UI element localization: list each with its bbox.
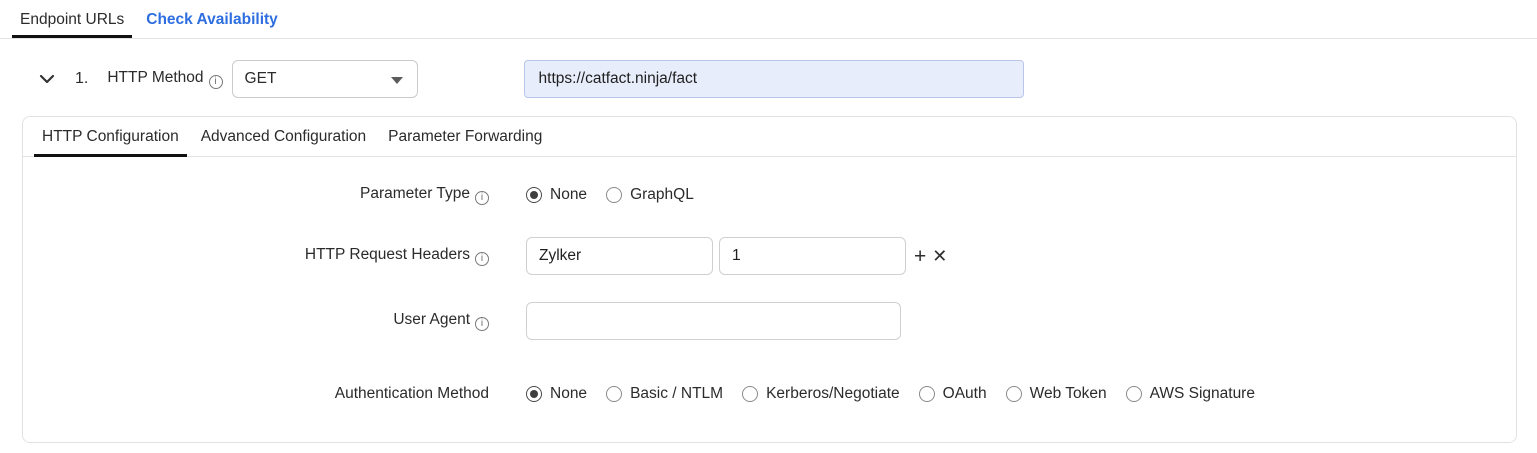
radio-icon: [606, 187, 622, 203]
config-panel: HTTP Configuration Advanced Configuratio…: [22, 116, 1517, 443]
collapse-toggle[interactable]: [38, 72, 56, 86]
http-request-headers-label-text: HTTP Request Headers: [305, 246, 470, 263]
endpoint-row: 1. HTTP Method i GET: [0, 60, 1537, 98]
user-agent-label-text: User Agent: [393, 311, 470, 328]
header-value-input[interactable]: [719, 237, 906, 275]
endpoint-url-input[interactable]: [524, 60, 1024, 98]
radio-label: AWS Signature: [1150, 385, 1255, 403]
tab-advanced-configuration[interactable]: Advanced Configuration: [193, 118, 374, 156]
http-request-headers-controls: + ✕: [526, 237, 947, 275]
radio-auth-aws-signature[interactable]: AWS Signature: [1126, 385, 1255, 403]
header-name-input[interactable]: [526, 237, 713, 275]
authentication-method-row: Authentication Method None Basic / NTLM …: [23, 379, 1516, 409]
radio-icon: [742, 386, 758, 402]
http-request-headers-row: HTTP Request Headers i + ✕: [23, 237, 1516, 275]
radio-auth-kerberos-negotiate[interactable]: Kerberos/Negotiate: [742, 385, 900, 403]
authentication-method-label-text: Authentication Method: [335, 385, 489, 402]
authentication-method-label: Authentication Method: [23, 385, 489, 403]
radio-label: GraphQL: [630, 186, 694, 204]
http-method-label-text: HTTP Method: [107, 69, 203, 86]
radio-icon: [606, 386, 622, 402]
remove-header-icon[interactable]: ✕: [932, 247, 947, 265]
radio-label: OAuth: [943, 385, 987, 403]
info-icon[interactable]: i: [475, 252, 489, 266]
radio-parameter-type-none[interactable]: None: [526, 186, 587, 204]
http-request-headers-label: HTTP Request Headers i: [23, 246, 489, 266]
http-method-value: GET: [245, 70, 277, 88]
radio-icon: [919, 386, 935, 402]
radio-label: Web Token: [1030, 385, 1107, 403]
radio-icon: [526, 187, 542, 203]
info-icon[interactable]: i: [475, 191, 489, 205]
user-agent-input[interactable]: [526, 302, 901, 340]
radio-label: Basic / NTLM: [630, 385, 723, 403]
tab-endpoint-urls[interactable]: Endpoint URLs: [12, 3, 132, 38]
add-header-icon[interactable]: +: [914, 246, 926, 267]
radio-auth-basic-ntlm[interactable]: Basic / NTLM: [606, 385, 723, 403]
parameter-type-options: None GraphQL: [526, 186, 713, 204]
radio-auth-none[interactable]: None: [526, 385, 587, 403]
http-method-select[interactable]: GET: [232, 60, 418, 98]
authentication-method-options: None Basic / NTLM Kerberos/Negotiate OAu…: [526, 385, 1274, 403]
radio-label: None: [550, 186, 587, 204]
parameter-type-label: Parameter Type i: [23, 185, 489, 205]
tab-http-configuration[interactable]: HTTP Configuration: [34, 118, 187, 156]
user-agent-label: User Agent i: [23, 311, 489, 331]
chevron-down-icon: [39, 74, 55, 84]
radio-icon: [526, 386, 542, 402]
top-tabbar: Endpoint URLs Check Availability: [0, 0, 1537, 39]
radio-icon: [1126, 386, 1142, 402]
parameter-type-row: Parameter Type i None GraphQL: [23, 180, 1516, 210]
http-method-label: HTTP Method i: [107, 69, 222, 89]
info-icon[interactable]: i: [209, 75, 223, 89]
radio-label: None: [550, 385, 587, 403]
tab-parameter-forwarding[interactable]: Parameter Forwarding: [380, 118, 550, 156]
radio-parameter-type-graphql[interactable]: GraphQL: [606, 186, 694, 204]
radio-auth-web-token[interactable]: Web Token: [1006, 385, 1107, 403]
radio-auth-oauth[interactable]: OAuth: [919, 385, 987, 403]
endpoint-index: 1.: [75, 70, 88, 88]
caret-down-icon: [391, 77, 403, 84]
user-agent-controls: [526, 302, 901, 340]
radio-label: Kerberos/Negotiate: [766, 385, 900, 403]
radio-icon: [1006, 386, 1022, 402]
parameter-type-label-text: Parameter Type: [360, 185, 470, 202]
config-tabbar: HTTP Configuration Advanced Configuratio…: [23, 117, 1516, 157]
info-icon[interactable]: i: [475, 317, 489, 331]
user-agent-row: User Agent i: [23, 302, 1516, 340]
tab-check-availability[interactable]: Check Availability: [138, 3, 286, 38]
